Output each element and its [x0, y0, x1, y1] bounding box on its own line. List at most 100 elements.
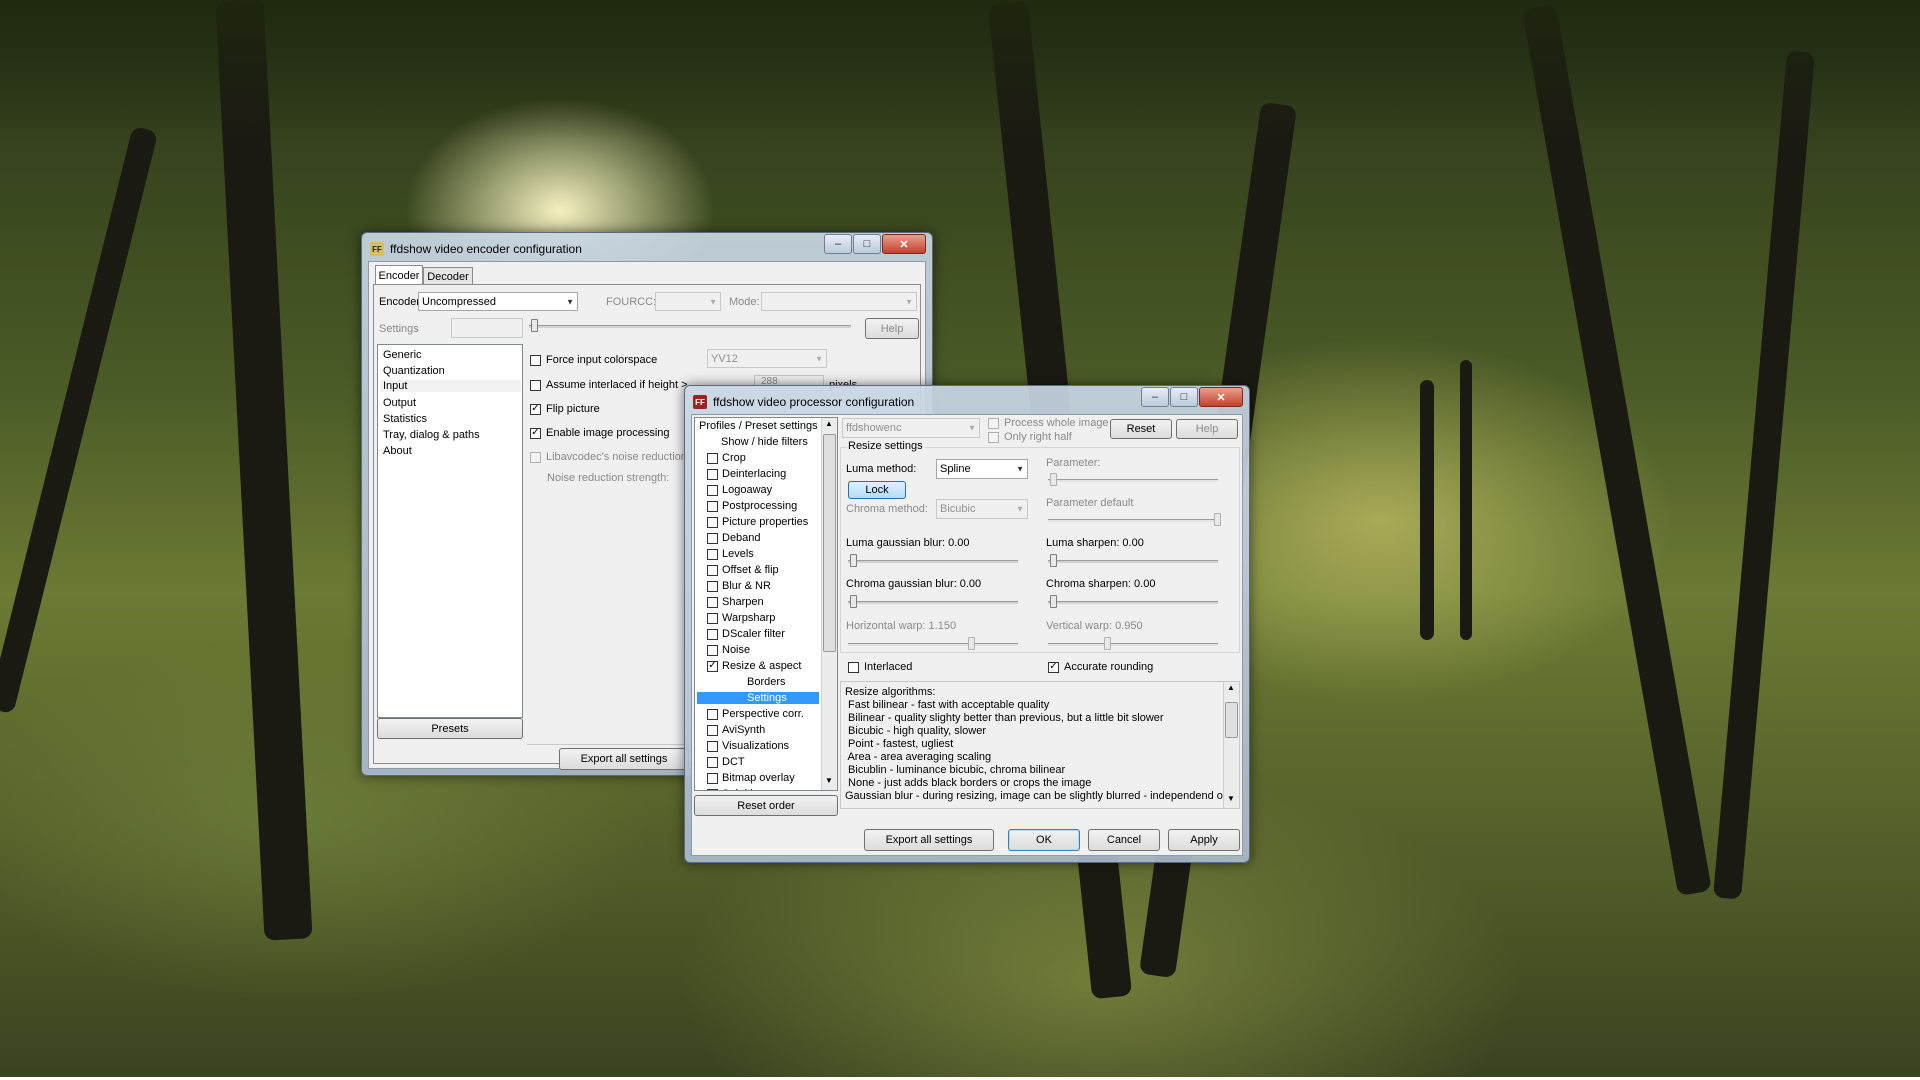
only-right-half-checkbox[interactable] [988, 431, 999, 443]
filter-tree-item[interactable]: DCT [707, 756, 745, 768]
luma-method-select[interactable]: Spline ▼ [936, 459, 1028, 479]
filter-tree-item[interactable]: Levels [707, 548, 754, 560]
filter-tree-item[interactable]: Show / hide filters [721, 436, 808, 448]
filter-checkbox[interactable] [707, 516, 718, 528]
maximize-button[interactable]: □ [1170, 387, 1198, 407]
chroma-blur-slider-thumb[interactable] [850, 595, 857, 608]
maximize-button[interactable]: □ [853, 234, 881, 254]
scroll-up-icon[interactable]: ▲ [825, 419, 833, 428]
algorithms-scrollbar[interactable]: ▲ ▼ [1223, 682, 1239, 808]
accurate-rounding-row[interactable]: ✓ Accurate rounding [1048, 661, 1153, 673]
encoder-titlebar[interactable]: FF ffdshow video encoder configuration [370, 239, 582, 259]
flip-picture-row[interactable]: ✓ Flip picture [530, 403, 600, 415]
parameter-slider-thumb[interactable] [1050, 473, 1057, 486]
filter-checkbox[interactable] [707, 484, 718, 496]
apply-button[interactable]: Apply [1168, 829, 1240, 851]
nav-item-selected[interactable]: Input [380, 380, 521, 392]
filter-checkbox[interactable] [707, 788, 718, 790]
filter-tree-item[interactable]: Crop [707, 452, 746, 464]
filter-checkbox[interactable]: ✓ [707, 660, 718, 672]
filter-checkbox[interactable] [707, 724, 718, 736]
chroma-blur-slider-track[interactable] [848, 601, 1018, 604]
presets-button[interactable]: Presets [377, 718, 523, 739]
filter-checkbox[interactable] [707, 468, 718, 480]
chroma-sharpen-slider-thumb[interactable] [1050, 595, 1057, 608]
filter-tree-item[interactable]: Perspective corr. [707, 708, 804, 720]
filter-checkbox[interactable] [707, 772, 718, 784]
filter-tree-item[interactable]: Picture properties [707, 516, 808, 528]
chroma-sharpen-slider-track[interactable] [1048, 601, 1218, 604]
process-whole-row[interactable]: Process whole image [988, 417, 1109, 429]
filter-checkbox[interactable] [707, 500, 718, 512]
export-all-button[interactable]: Export all settings [864, 829, 994, 851]
luma-blur-slider-track[interactable] [848, 560, 1018, 563]
filter-tree-item[interactable]: AviSynth [707, 724, 765, 736]
vertical-warp-slider-thumb[interactable] [1104, 637, 1111, 650]
horizontal-warp-slider-track[interactable] [848, 643, 1018, 646]
enable-processing-checkbox[interactable]: ✓ [530, 427, 541, 439]
filter-tree-item[interactable]: Borders [697, 676, 819, 688]
scroll-up-icon[interactable]: ▲ [1227, 683, 1235, 692]
filter-tree-item[interactable]: Sharpen [707, 596, 764, 608]
scroll-down-icon[interactable]: ▼ [1227, 794, 1235, 803]
close-button[interactable]: ✕ [1199, 387, 1243, 407]
filter-checkbox[interactable] [707, 628, 718, 640]
minimize-button[interactable]: – [824, 234, 852, 254]
flip-picture-checkbox[interactable]: ✓ [530, 403, 541, 415]
mode-select[interactable]: ▼ [761, 292, 917, 311]
settings-slider-track[interactable] [529, 325, 851, 328]
filter-tree-item[interactable]: DScaler filter [707, 628, 785, 640]
filter-tree-item[interactable]: Visualizations [707, 740, 789, 752]
horizontal-warp-slider-thumb[interactable] [968, 637, 975, 650]
filter-tree-item[interactable]: Blur & NR [707, 580, 771, 592]
tab-encoder[interactable]: Encoder [375, 265, 423, 285]
filter-tree-item[interactable]: Offset & flip [707, 564, 779, 576]
profile-select[interactable]: ffdshowenc ▼ [842, 418, 980, 438]
filter-tree-item[interactable]: Subtitles [707, 788, 764, 790]
force-colorspace-row[interactable]: Force input colorspace [530, 354, 657, 366]
filter-checkbox[interactable] [707, 756, 718, 768]
filter-tree-item[interactable]: Profiles / Preset settings [699, 420, 818, 432]
only-right-half-row[interactable]: Only right half [988, 431, 1072, 443]
close-button[interactable]: ✕ [882, 234, 926, 254]
filter-tree-item[interactable]: Bitmap overlay [707, 772, 795, 784]
lock-button[interactable]: Lock [848, 481, 906, 499]
luma-sharpen-slider-track[interactable] [1048, 560, 1218, 563]
filter-tree-item[interactable]: Warpsharp [707, 612, 775, 624]
parameter-default-slider-track[interactable] [1048, 519, 1218, 522]
filter-checkbox[interactable] [707, 596, 718, 608]
filter-tree-item[interactable]: Logoaway [707, 484, 772, 496]
reset-order-button[interactable]: Reset order [694, 795, 838, 816]
chroma-method-select[interactable]: Bicubic ▼ [936, 499, 1028, 519]
settings-slider-thumb[interactable] [531, 319, 538, 332]
tab-decoder[interactable]: Decoder [423, 267, 473, 285]
nav-item[interactable]: Quantization [383, 365, 445, 377]
scroll-down-icon[interactable]: ▼ [825, 776, 833, 785]
filter-checkbox[interactable] [707, 548, 718, 560]
nav-item[interactable]: About [383, 445, 412, 457]
assume-interlaced-row[interactable]: Assume interlaced if height > [530, 379, 688, 391]
nav-item[interactable]: Statistics [383, 413, 427, 425]
encoder-select[interactable]: Uncompressed ▼ [418, 292, 578, 311]
fourcc-select[interactable]: ▼ [655, 292, 721, 311]
process-whole-checkbox[interactable] [988, 417, 999, 429]
interlaced-row[interactable]: Interlaced [848, 661, 912, 673]
nav-item[interactable]: Output [383, 397, 416, 409]
luma-blur-slider-thumb[interactable] [850, 554, 857, 567]
filter-checkbox[interactable] [707, 564, 718, 576]
parameter-slider-track[interactable] [1048, 479, 1218, 482]
minimize-button[interactable]: – [1141, 387, 1169, 407]
ok-button[interactable]: OK [1008, 829, 1080, 851]
accurate-rounding-checkbox[interactable]: ✓ [1048, 661, 1059, 673]
cancel-button[interactable]: Cancel [1088, 829, 1160, 851]
filter-tree-item[interactable]: Noise [707, 644, 750, 656]
filter-checkbox[interactable] [707, 612, 718, 624]
filter-checkbox[interactable] [707, 644, 718, 656]
filter-checkbox[interactable] [707, 708, 718, 720]
filter-checkbox[interactable] [707, 532, 718, 544]
filter-checkbox[interactable] [707, 580, 718, 592]
filter-checkbox[interactable] [707, 740, 718, 752]
force-colorspace-checkbox[interactable] [530, 354, 541, 366]
parameter-default-slider-thumb[interactable] [1214, 513, 1221, 526]
filter-tree-item[interactable]: Settings [697, 692, 819, 704]
